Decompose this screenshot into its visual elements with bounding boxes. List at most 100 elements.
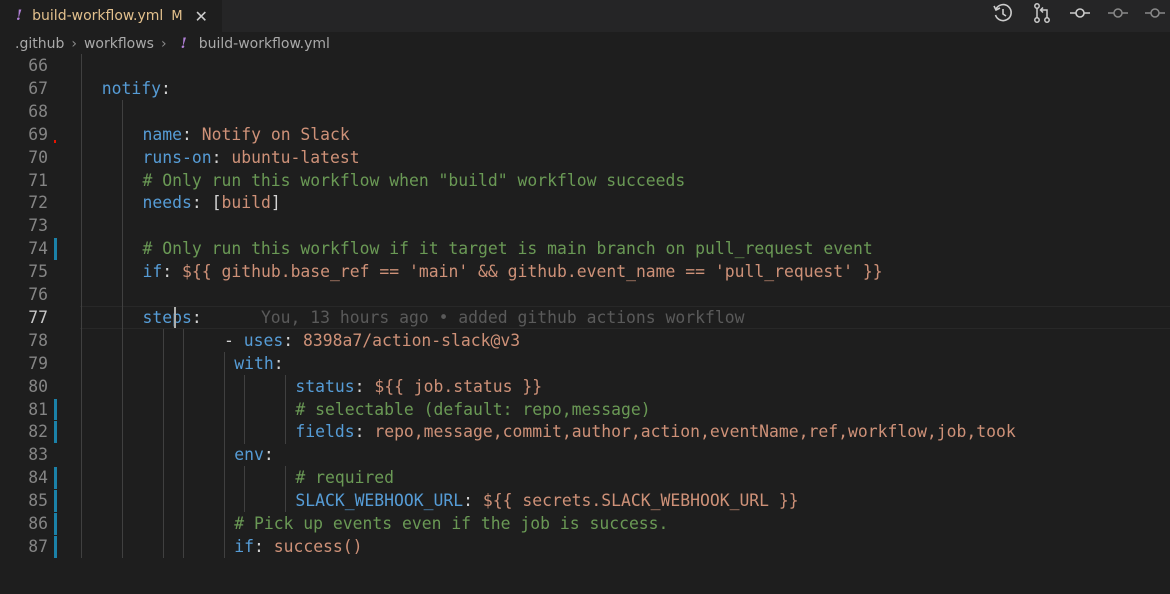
indent-guide	[81, 283, 83, 307]
code-line[interactable]: 83 env:	[0, 443, 1170, 466]
code-line[interactable]: 73	[0, 214, 1170, 237]
indent-guide	[81, 168, 83, 192]
indent-guide	[81, 99, 83, 124]
indent-guide	[183, 420, 185, 444]
editor-tab[interactable]: ! build-workflow.yml M ✕	[0, 0, 222, 32]
code-line[interactable]: 69 name: Notify on Slack	[0, 123, 1170, 146]
code-text: runs-on: ubuntu-latest	[142, 147, 360, 167]
indent-guide	[162, 351, 164, 376]
line-number: 76	[28, 285, 48, 304]
modified-indicator: M	[171, 8, 183, 24]
code-text: name: Notify on Slack	[142, 124, 350, 144]
code-line[interactable]: 81 # selectable (default: repo,message)	[0, 398, 1170, 421]
indent-guide	[81, 328, 83, 353]
code-text: needs: [build]	[142, 193, 281, 213]
line-number: 85	[28, 491, 48, 511]
code-line[interactable]: 79 with:	[0, 352, 1170, 375]
indent-guide	[81, 54, 83, 78]
code-line[interactable]: 75 if: ${{ github.base_ref == 'main' && g…	[0, 260, 1170, 283]
code-line[interactable]: 85 SLACK_WEBHOOK_URL: ${{ secrets.SLACK_W…	[0, 489, 1170, 512]
breadcrumb-item-workflows[interactable]: workflows	[84, 36, 154, 52]
indent-guide	[224, 420, 226, 444]
indent-guide	[183, 512, 185, 536]
git-commit-icon[interactable]	[1068, 1, 1092, 25]
code-line[interactable]: 70 runs-on: ubuntu-latest	[0, 146, 1170, 169]
indent-guide	[81, 443, 83, 467]
indent-guide	[162, 374, 164, 398]
indent-guide	[81, 122, 83, 147]
previous-change-icon[interactable]	[1106, 1, 1130, 25]
yaml-file-icon: !	[16, 8, 23, 24]
indent-guide	[81, 237, 83, 261]
close-icon[interactable]: ✕	[195, 7, 208, 26]
code-text: # selectable (default: repo,message)	[295, 399, 651, 419]
indent-guide	[224, 512, 226, 536]
line-number: 77	[28, 307, 48, 327]
indent-guide	[122, 214, 124, 238]
indent-guide	[244, 397, 246, 421]
indent-guide	[81, 351, 83, 376]
indent-guide	[224, 489, 226, 513]
indent-guide	[122, 374, 124, 398]
indent-guide	[244, 489, 246, 513]
code-editor[interactable]: 66 67 notify: 68 69 name: Notify on Slack 70 ru…	[0, 54, 1170, 594]
modified-line-marker	[54, 535, 57, 558]
code-line[interactable]: 86 # Pick up events even if the job is su…	[0, 512, 1170, 535]
indent-guide	[162, 489, 164, 513]
line-number: 71	[28, 170, 48, 190]
indent-guide	[81, 374, 83, 398]
line-number: 81	[28, 399, 48, 419]
code-line[interactable]: 71 # Only run this workflow when "build" …	[0, 169, 1170, 192]
code-line[interactable]: 66	[0, 54, 1170, 77]
line-number: 80	[28, 376, 48, 396]
indent-guide	[122, 260, 124, 284]
code-line[interactable]: 76	[0, 283, 1170, 306]
code-line[interactable]: 82 fields: repo,message,commit,author,act…	[0, 420, 1170, 443]
code-line[interactable]: 67 notify:	[0, 77, 1170, 100]
code-line[interactable]: 80 status: ${{ job.status }}	[0, 375, 1170, 398]
indent-guide	[244, 420, 246, 444]
indent-guide	[81, 466, 83, 490]
breadcrumb-item-github[interactable]: .github	[15, 36, 64, 52]
indent-guide	[183, 443, 185, 467]
indent-guide	[122, 397, 124, 421]
line-number: 75	[28, 262, 48, 282]
compare-changes-icon[interactable]	[1030, 1, 1054, 25]
code-line[interactable]: 84 # required	[0, 466, 1170, 489]
indent-guide	[183, 374, 185, 398]
indent-guide	[81, 214, 83, 238]
indent-guide	[81, 534, 83, 559]
yaml-file-icon: !	[180, 36, 187, 52]
code-text: env:	[234, 445, 274, 465]
line-number: 73	[28, 216, 48, 236]
indent-guide	[122, 512, 124, 536]
indent-guide	[224, 466, 226, 490]
indent-guide	[224, 374, 226, 398]
code-line[interactable]: 87 if: success()	[0, 535, 1170, 558]
git-blame-annotation: You, 13 hours ago • added github actions…	[201, 307, 745, 327]
indent-guide	[224, 443, 226, 467]
indent-guide	[122, 489, 124, 513]
chevron-right-icon: ›	[160, 36, 167, 52]
indent-guide	[122, 283, 124, 307]
indent-guide	[162, 328, 164, 353]
code-line[interactable]: 74 # Only run this workflow if it target …	[0, 237, 1170, 260]
indent-guide	[183, 489, 185, 513]
indent-guide	[122, 420, 124, 444]
code-text: # required	[295, 468, 395, 488]
code-line[interactable]: 78 - uses: 8398a7/action-slack@v3	[0, 329, 1170, 352]
indent-guide	[183, 534, 185, 559]
code-line[interactable]: 72 needs: [build]	[0, 191, 1170, 214]
next-change-icon[interactable]	[1143, 1, 1167, 25]
indent-guide	[162, 397, 164, 421]
breadcrumb-item-file[interactable]: build-workflow.yml	[199, 36, 330, 52]
indent-guide	[224, 534, 226, 559]
line-number: 69	[28, 124, 48, 144]
code-line[interactable]: 68	[0, 100, 1170, 123]
indent-guide	[122, 122, 124, 147]
modified-line-marker	[54, 490, 57, 512]
line-number: 66	[28, 56, 48, 75]
timeline-icon[interactable]	[991, 1, 1015, 25]
text-cursor	[174, 306, 176, 328]
indent-guide	[285, 466, 287, 490]
